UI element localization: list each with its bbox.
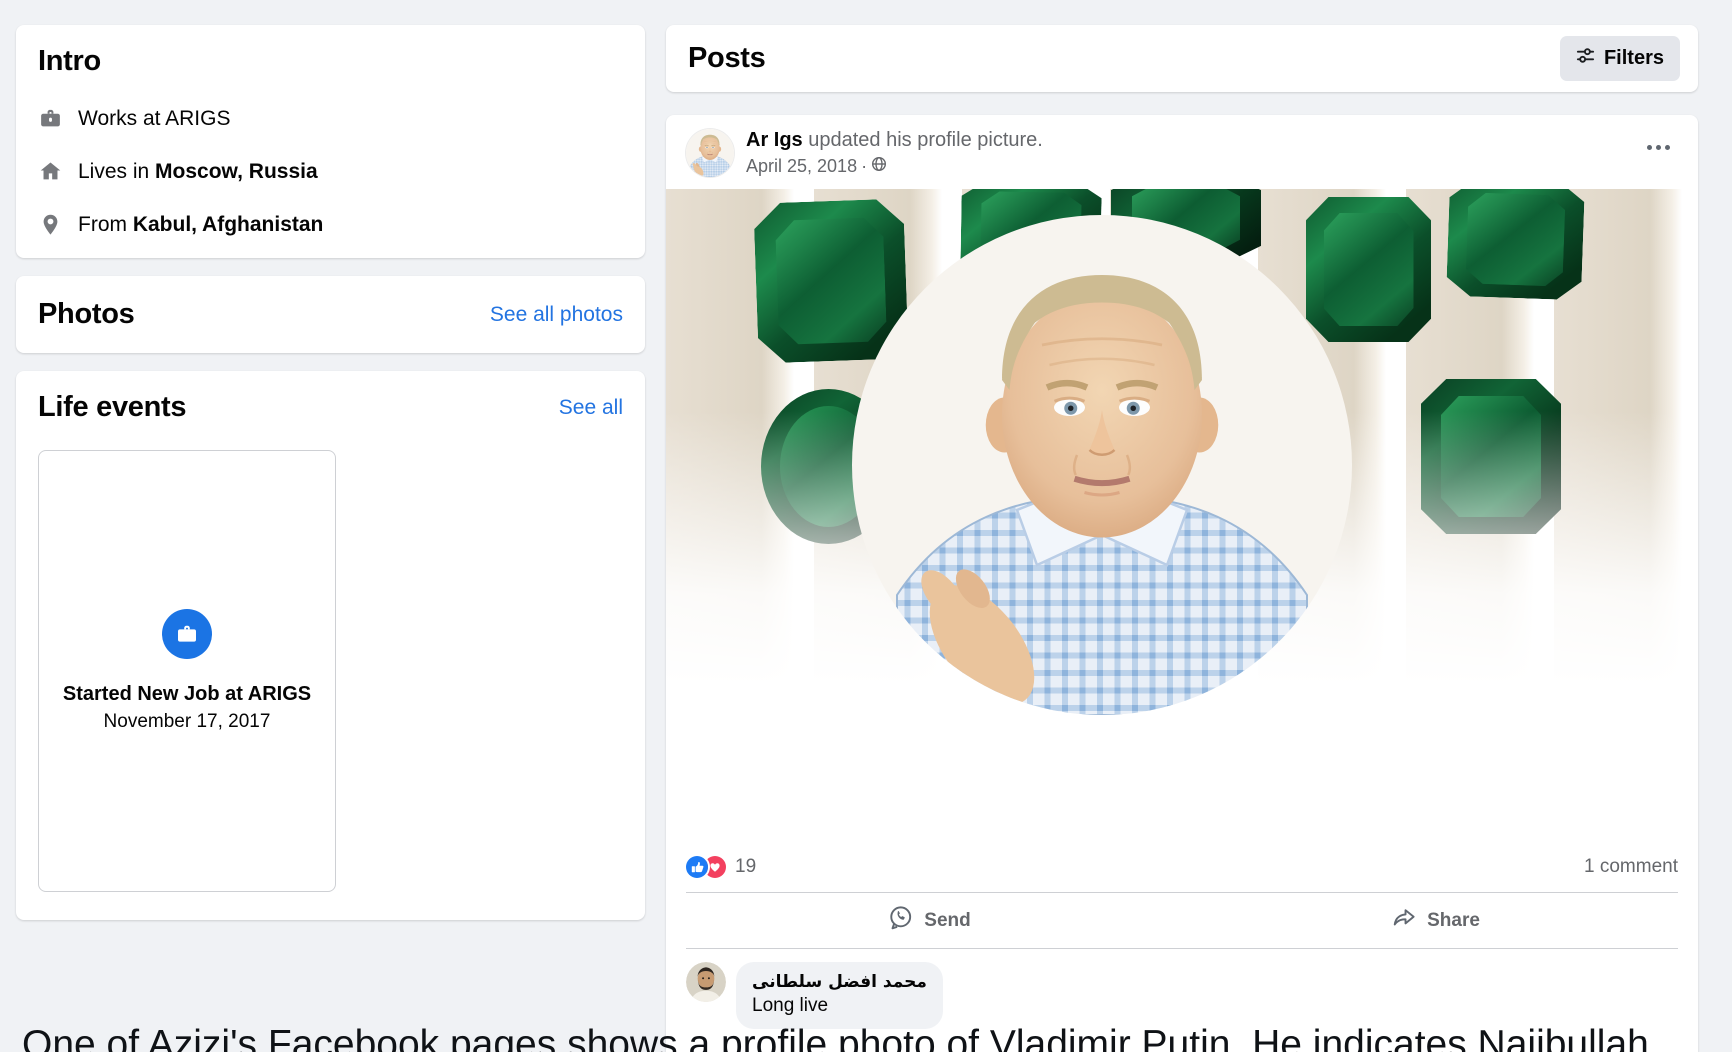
reaction-summary[interactable]: 19 bbox=[686, 856, 756, 878]
timestamp-separator: · bbox=[861, 156, 867, 177]
post-menu-button[interactable] bbox=[1639, 137, 1678, 158]
life-event-date: November 17, 2017 bbox=[104, 711, 271, 733]
send-label: Send bbox=[924, 910, 970, 932]
photos-title: Photos bbox=[38, 298, 134, 331]
posts-header-card: Posts Filters bbox=[666, 25, 1698, 92]
comment-bubble: محمد افضل سلطانی Long live bbox=[736, 962, 943, 1029]
intro-item-work-text: Works at ARIGS bbox=[78, 107, 231, 131]
emerald-gem bbox=[1421, 379, 1561, 534]
page-caption: One of Azizi's Facebook pages shows a pr… bbox=[22, 1023, 1649, 1052]
comment-count[interactable]: 1 comment bbox=[1584, 856, 1678, 878]
briefcase-badge bbox=[162, 609, 212, 659]
home-icon bbox=[38, 159, 63, 184]
see-all-photos-link[interactable]: See all photos bbox=[490, 303, 623, 327]
post-action-text: updated his profile picture. bbox=[803, 129, 1043, 151]
intro-item-from: From Kabul, Afghanistan bbox=[38, 212, 623, 237]
post-card: Ar Igs updated his profile picture. Apri… bbox=[666, 115, 1698, 1052]
post-title-line: Ar Igs updated his profile picture. bbox=[746, 129, 1043, 152]
life-event-title: Started New Job at ARIGS bbox=[63, 683, 311, 706]
share-button[interactable]: Share bbox=[1182, 893, 1688, 948]
post-stats-row: 19 1 comment bbox=[666, 842, 1698, 892]
facebook-profile-page: Intro Works at ARIGS Lives in Moscow, Ru… bbox=[0, 0, 1732, 1052]
intro-card: Intro Works at ARIGS Lives in Moscow, Ru… bbox=[16, 25, 645, 258]
reaction-count[interactable]: 19 bbox=[735, 856, 756, 878]
intro-item-lives: Lives in Moscow, Russia bbox=[38, 159, 623, 184]
see-all-link[interactable]: See all bbox=[559, 396, 623, 420]
intro-item-work: Works at ARIGS bbox=[38, 106, 623, 131]
post-timestamp[interactable]: April 25, 2018 bbox=[746, 156, 857, 177]
intro-item-from-text: From Kabul, Afghanistan bbox=[78, 213, 323, 237]
post-header: Ar Igs updated his profile picture. Apri… bbox=[666, 115, 1698, 189]
profile-picture-circle[interactable] bbox=[852, 215, 1352, 715]
emerald-gem bbox=[1446, 189, 1585, 300]
send-button[interactable]: Send bbox=[676, 893, 1182, 948]
like-reaction-icon[interactable] bbox=[686, 856, 708, 878]
share-icon bbox=[1390, 904, 1417, 937]
ellipsis-icon bbox=[1647, 145, 1652, 150]
globe-icon bbox=[871, 156, 887, 177]
sliders-icon bbox=[1576, 46, 1595, 71]
life-event-card[interactable]: Started New Job at ARIGS November 17, 20… bbox=[38, 450, 336, 892]
post-author-name[interactable]: Ar Igs bbox=[746, 129, 803, 151]
briefcase-icon bbox=[38, 106, 63, 131]
filters-button[interactable]: Filters bbox=[1560, 36, 1680, 81]
commenter-name[interactable]: محمد افضل سلطانی bbox=[752, 972, 927, 992]
share-label: Share bbox=[1427, 910, 1480, 932]
filters-label: Filters bbox=[1604, 47, 1664, 70]
life-events-card: Life events See all Started New Job at A… bbox=[16, 371, 645, 920]
briefcase-icon bbox=[175, 622, 199, 646]
photos-card: Photos See all photos bbox=[16, 276, 645, 353]
posts-title: Posts bbox=[688, 42, 765, 75]
intro-title: Intro bbox=[38, 45, 623, 78]
post-actions-row: Send Share bbox=[666, 893, 1698, 948]
life-events-title: Life events bbox=[38, 391, 186, 424]
post-author-avatar[interactable] bbox=[686, 129, 734, 177]
intro-item-lives-text: Lives in Moscow, Russia bbox=[78, 160, 318, 184]
whatsapp-icon bbox=[887, 904, 914, 937]
commenter-avatar[interactable] bbox=[686, 962, 726, 1002]
post-image[interactable] bbox=[666, 189, 1698, 842]
emerald-gem bbox=[1306, 197, 1431, 342]
location-pin-icon bbox=[38, 212, 63, 237]
comment-text: Long live bbox=[752, 995, 927, 1017]
